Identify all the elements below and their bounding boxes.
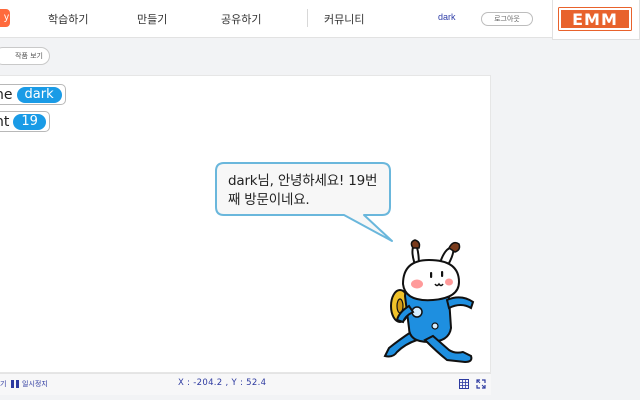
top-navigation-bar: y 학습하기 만들기 공유하기 커뮤니티 dark 로그아웃: [0, 0, 640, 38]
stage-canvas[interactable]: ne dark nt 19 dark님, 안녕하세요! 19번째 방문이네요.: [0, 75, 491, 373]
fullscreen-icon[interactable]: [476, 379, 486, 389]
view-work-button[interactable]: 작품 보기: [0, 47, 50, 65]
variable-monitor-name[interactable]: ne dark: [0, 84, 66, 105]
variable-value: dark: [16, 86, 62, 103]
nav-divider: [307, 9, 308, 27]
grid-icon[interactable]: [459, 379, 469, 389]
nav-learn[interactable]: 학습하기: [48, 11, 88, 27]
user-name[interactable]: dark: [438, 12, 456, 22]
logout-button[interactable]: 로그아웃: [481, 12, 533, 26]
nav-create[interactable]: 만들기: [137, 11, 167, 27]
pause-icon: [11, 380, 19, 388]
variable-monitor-count[interactable]: nt 19: [0, 111, 50, 132]
pause-button[interactable]: 일시정지: [11, 379, 48, 389]
nav-share[interactable]: 공유하기: [221, 11, 261, 27]
stop-button-label[interactable]: 기: [0, 379, 6, 389]
entry-bot-mascot-icon[interactable]: [375, 236, 485, 366]
emm-logo-icon[interactable]: EMM: [558, 7, 632, 31]
speech-bubble-text: dark님, 안녕하세요! 19번째 방문이네요.: [228, 173, 378, 208]
stage-control-bar: 기 일시정지 X : -204.2 , Y : 52.4: [0, 373, 491, 395]
variable-value: 19: [13, 113, 46, 130]
variable-name-label: ne: [0, 86, 13, 103]
variable-name-label: nt: [0, 113, 10, 130]
site-logo[interactable]: y: [0, 9, 10, 27]
emm-logo-text: EMM: [572, 10, 618, 29]
nav-community[interactable]: 커뮤니티: [324, 11, 364, 27]
pause-label: 일시정지: [22, 380, 48, 388]
mouse-coordinates: X : -204.2 , Y : 52.4: [178, 378, 267, 388]
